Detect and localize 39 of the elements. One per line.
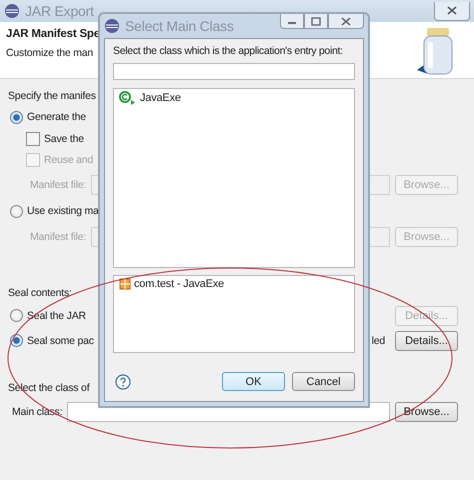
radio-label: Generate the [27, 111, 86, 123]
checkbox[interactable] [26, 132, 40, 146]
section-label: Specify the manifes [8, 90, 96, 102]
field-label: Manifest file: [30, 179, 86, 191]
class-list[interactable]: JavaExe [113, 88, 355, 268]
page-description: Customize the man [6, 47, 94, 59]
filter-field[interactable] [113, 63, 355, 80]
checkbox-label: Reuse and [44, 154, 93, 166]
details-button[interactable]: Details... [395, 330, 458, 350]
minimize-button[interactable] [280, 14, 304, 29]
option-label: led [372, 334, 385, 346]
radio-button[interactable] [10, 204, 23, 218]
radio-label: Use existing ma [27, 205, 99, 217]
section-label: Seal contents: [8, 286, 72, 298]
close-button[interactable] [328, 14, 364, 29]
close-icon [341, 16, 351, 26]
class-icon [119, 91, 137, 105]
package-item[interactable]: com.test - JavaExe [134, 278, 224, 290]
radio-button[interactable] [10, 334, 23, 347]
checkbox-label: Save the [44, 132, 84, 144]
radio-label: Seal some pac [27, 334, 94, 346]
eclipse-icon [104, 18, 120, 34]
help-icon [115, 374, 131, 390]
class-item[interactable]: JavaExe [140, 92, 181, 104]
window-title: JAR Export [25, 3, 94, 19]
maximize-button[interactable] [304, 14, 328, 29]
ok-button[interactable]: OK [222, 372, 285, 391]
close-icon [447, 6, 457, 15]
package-icon [119, 278, 131, 290]
maximize-icon [311, 16, 321, 26]
field-label: Manifest file: [30, 231, 86, 243]
close-button[interactable] [434, 2, 470, 20]
browse-button[interactable]: Browse... [395, 402, 458, 422]
cancel-button[interactable]: Cancel [292, 372, 355, 391]
package-list[interactable]: com.test - JavaExe [113, 275, 355, 353]
eclipse-icon [4, 3, 20, 19]
dialog-title: Select Main Class [125, 18, 234, 34]
radio-button[interactable] [10, 110, 23, 124]
prompt-label: Select the class which is the application's entry point: [113, 45, 344, 57]
